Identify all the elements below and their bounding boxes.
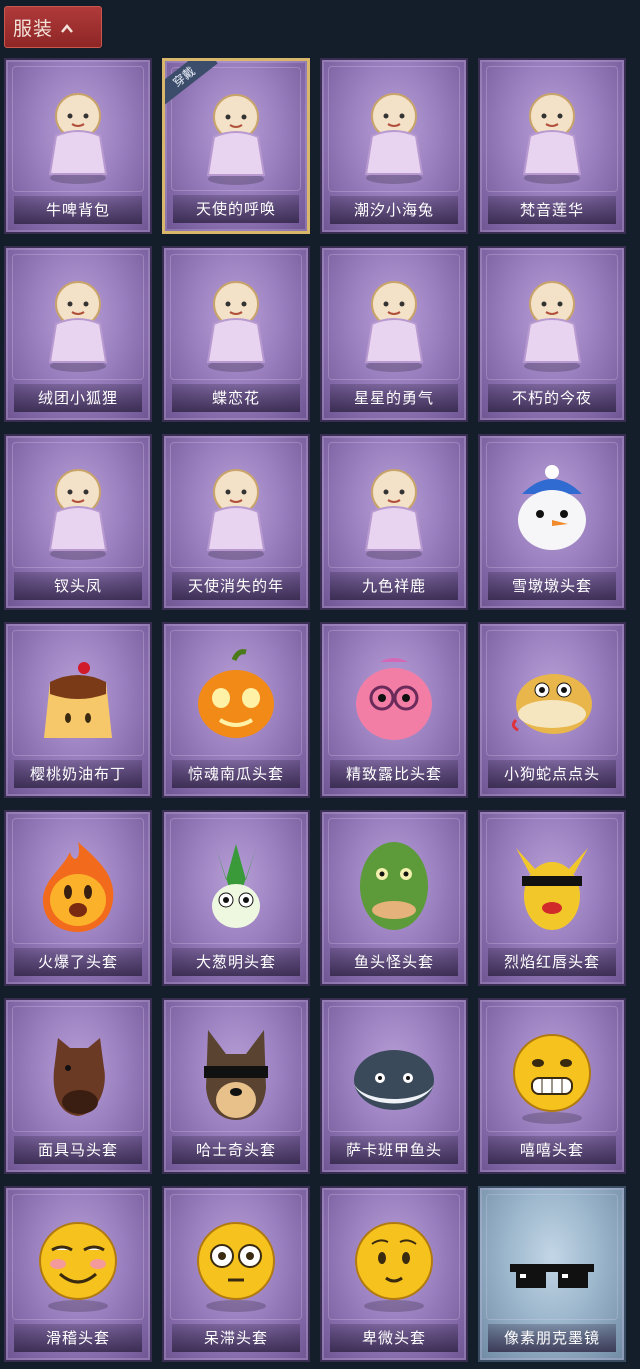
humble-emoji-icon: [344, 1206, 444, 1316]
outfit-name: 精致露比头套: [330, 760, 458, 788]
fox-icon: [28, 266, 128, 376]
outfit-card[interactable]: 面具马头套: [4, 998, 152, 1174]
stare-emoji-icon: [186, 1206, 286, 1316]
outfit-card[interactable]: 天使消失的年: [162, 434, 310, 610]
star-prince-icon: [344, 266, 444, 376]
outfit-card[interactable]: 卑微头套: [320, 1186, 468, 1362]
outfit-name: 像素朋克墨镜: [488, 1324, 616, 1352]
pixel-sunglasses-icon: [502, 1206, 602, 1316]
outfit-card[interactable]: 梵音莲华: [478, 58, 626, 234]
pink-beaver-icon: [344, 642, 444, 752]
chevron-up-icon: [61, 24, 73, 33]
outfit-name: 雪墩墩头套: [488, 572, 616, 600]
outfit-card[interactable]: 九色祥鹿: [320, 434, 468, 610]
category-title: 服装: [13, 17, 54, 40]
outfit-card[interactable]: 鱼头怪头套: [320, 810, 468, 986]
outfit-name: 面具马头套: [14, 1136, 142, 1164]
pudding-icon: [28, 642, 128, 752]
outfit-name: 梵音莲华: [488, 196, 616, 224]
outfit-name: 不朽的今夜: [488, 384, 616, 412]
outfit-name: 潮汐小海兔: [330, 196, 458, 224]
outfit-card[interactable]: 潮汐小海兔: [320, 58, 468, 234]
angel-girl-icon: [186, 454, 286, 564]
outfit-name: 星星的勇气: [330, 384, 458, 412]
outfit-name: 滑稽头套: [14, 1324, 142, 1352]
outfit-name: 烈焰红唇头套: [488, 948, 616, 976]
outfit-name: 哈士奇头套: [172, 1136, 300, 1164]
outfit-grid: 牛啤背包 穿戴 天使的呼唤 潮汐小海兔 梵音莲华绒团小狐狸 蝶恋花 星星的勇气 不朽的今夜钗头…: [4, 58, 636, 1362]
outfit-card[interactable]: 烈焰红唇头套: [478, 810, 626, 986]
outfit-name: 萨卡班甲鱼头: [330, 1136, 458, 1164]
outfit-category-toggle[interactable]: 服装: [4, 6, 102, 48]
outfit-card[interactable]: 精致露比头套: [320, 622, 468, 798]
outfit-name: 九色祥鹿: [330, 572, 458, 600]
outfit-card[interactable]: 火爆了头套: [4, 810, 152, 986]
fish-head-icon: [344, 830, 444, 940]
outfit-name: 钗头凤: [14, 572, 142, 600]
outfit-card[interactable]: 雪墩墩头套: [478, 434, 626, 610]
pumpkin-icon: [186, 642, 286, 752]
outfit-name: 牛啤背包: [14, 196, 142, 224]
outfit-card[interactable]: 滑稽头套: [4, 1186, 152, 1362]
outfit-card[interactable]: 牛啤背包: [4, 58, 152, 234]
deer-icon: [344, 454, 444, 564]
outfit-name: 天使消失的年: [172, 572, 300, 600]
outfit-name: 鱼头怪头套: [330, 948, 458, 976]
outfit-card[interactable]: 蝶恋花: [162, 246, 310, 422]
outfit-card[interactable]: 呆滞头套: [162, 1186, 310, 1362]
outfit-card[interactable]: 大葱明头套: [162, 810, 310, 986]
funny-emoji-icon: [28, 1206, 128, 1316]
pink-cat-icon: [502, 266, 602, 376]
outfit-name: 小狗蛇点点头: [488, 760, 616, 788]
outfit-card[interactable]: 穿戴 天使的呼唤: [162, 58, 310, 234]
outfit-card[interactable]: 小狗蛇点点头: [478, 622, 626, 798]
outfit-card[interactable]: 星星的勇气: [320, 246, 468, 422]
fire-head-icon: [28, 830, 128, 940]
outfit-card[interactable]: 嘻嘻头套: [478, 998, 626, 1174]
outfit-card[interactable]: 哈士奇头套: [162, 998, 310, 1174]
outfit-name: 绒团小狐狸: [14, 384, 142, 412]
outfit-name: 蝶恋花: [172, 384, 300, 412]
outfit-card[interactable]: 惊魂南瓜头套: [162, 622, 310, 798]
lotus-girl-icon: [502, 78, 602, 188]
snowman-head-icon: [502, 454, 602, 564]
outfit-name: 卑微头套: [330, 1324, 458, 1352]
outfit-name: 樱桃奶油布丁: [14, 760, 142, 788]
outfit-card[interactable]: 绒团小狐狸: [4, 246, 152, 422]
snake-head-icon: [502, 642, 602, 752]
outfit-card[interactable]: 不朽的今夜: [478, 246, 626, 422]
sea-bunny-icon: [344, 78, 444, 188]
outfit-card[interactable]: 钗头凤: [4, 434, 152, 610]
outfit-name: 火爆了头套: [14, 948, 142, 976]
outfit-name: 天使的呼唤: [173, 195, 299, 223]
grin-emoji-icon: [502, 1018, 602, 1128]
angel-call-icon: [186, 79, 286, 189]
phoenix-crown-icon: [28, 454, 128, 564]
outfit-card[interactable]: 萨卡班甲鱼头: [320, 998, 468, 1174]
scallion-head-icon: [186, 830, 286, 940]
outfit-card[interactable]: 像素朋克墨镜: [478, 1186, 626, 1362]
outfit-name: 嘻嘻头套: [488, 1136, 616, 1164]
outfit-name: 惊魂南瓜头套: [172, 760, 300, 788]
beer-cow-icon: [28, 78, 128, 188]
horse-head-icon: [28, 1018, 128, 1128]
bell-wreath-icon: [186, 266, 286, 376]
outfit-name: 呆滞头套: [172, 1324, 300, 1352]
outfit-card[interactable]: 樱桃奶油布丁: [4, 622, 152, 798]
husky-head-icon: [186, 1018, 286, 1128]
outfit-name: 大葱明头套: [172, 948, 300, 976]
pikachu-head-icon: [502, 830, 602, 940]
sacabambaspis-icon: [344, 1018, 444, 1128]
